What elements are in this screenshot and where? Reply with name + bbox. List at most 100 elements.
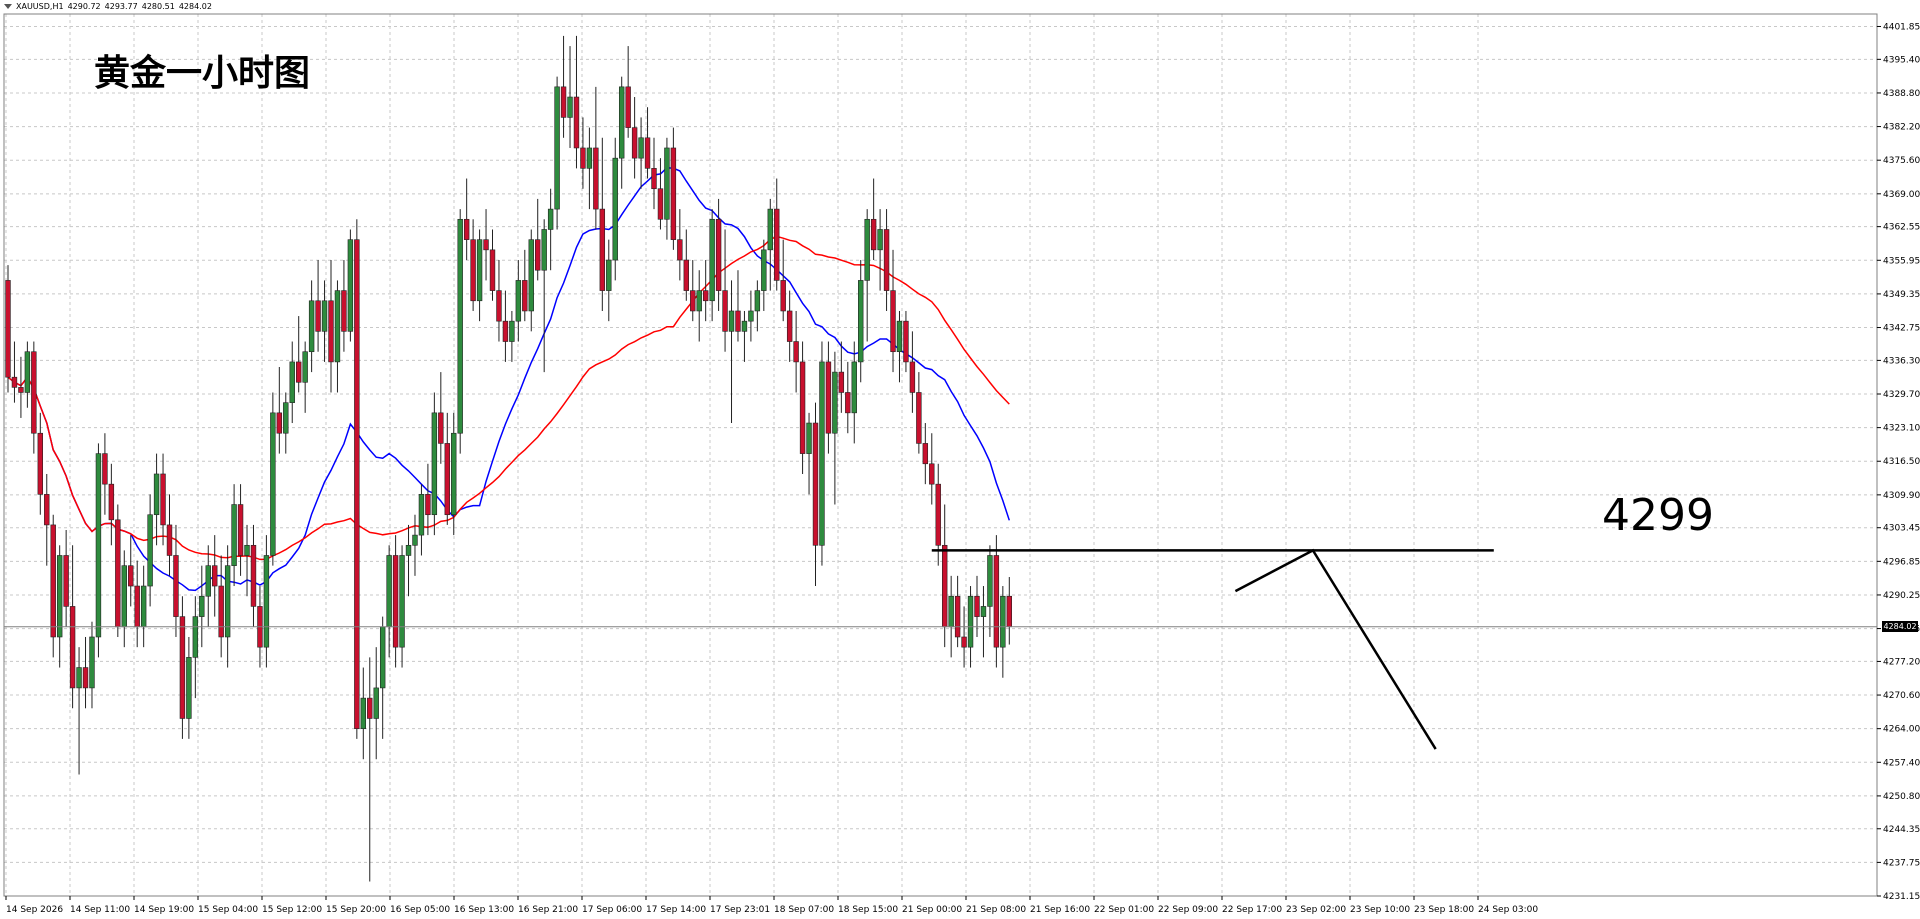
- bullish-candle: [334, 290, 341, 363]
- drawing-objects: [4, 548, 1877, 750]
- level-annotation[interactable]: 4299: [1602, 490, 1714, 541]
- bullish-candle: [896, 320, 903, 353]
- bearish-candle: [535, 239, 541, 271]
- bearish-candle: [786, 310, 793, 342]
- bearish-candle: [108, 483, 115, 521]
- y-tick-label: 4323.10: [1883, 424, 1920, 434]
- bullish-candle: [832, 371, 838, 434]
- bearish-candle: [50, 524, 56, 638]
- y-tick-label: 4375.60: [1883, 156, 1920, 166]
- bullish-candle: [386, 555, 392, 628]
- bearish-candle: [625, 86, 631, 128]
- bullish-candle: [554, 86, 560, 210]
- bearish-candle: [677, 239, 683, 261]
- x-tick-label: 23 Sep 02:00: [1286, 905, 1346, 915]
- bearish-candle: [44, 494, 50, 526]
- bearish-candle: [735, 310, 741, 332]
- bearish-candle: [825, 361, 832, 434]
- bearish-candle: [128, 565, 134, 587]
- bearish-candle: [276, 412, 283, 434]
- chart-annotation-title[interactable]: 黄金一小时图: [94, 44, 310, 96]
- bearish-candle: [890, 290, 896, 353]
- bullish-candle: [76, 667, 82, 689]
- bullish-candle: [56, 555, 63, 638]
- plot-frame: [3, 13, 1878, 897]
- bullish-candle: [283, 402, 289, 434]
- bearish-candle: [670, 147, 677, 240]
- collapse-triangle-icon[interactable]: [4, 4, 12, 9]
- bearish-candle: [793, 341, 799, 363]
- bearish-candle: [954, 595, 961, 638]
- bullish-candle: [1000, 595, 1006, 648]
- bearish-candle: [657, 188, 664, 220]
- bullish-candle: [263, 555, 270, 648]
- bullish-candle: [405, 544, 412, 556]
- price-chart[interactable]: 4401.85 4395.40 4388.80 4382.20 4375.60 4369.…: [0, 0, 1920, 919]
- bullish-candle: [748, 310, 754, 322]
- y-tick-label: 4316.50: [1883, 457, 1920, 467]
- bullish-candle: [347, 239, 354, 332]
- bullish-candle: [728, 310, 735, 332]
- projection-path: [1234, 548, 1437, 750]
- x-tick-label: 18 Sep 07:00: [774, 905, 834, 915]
- x-tick-label: 17 Sep 14:00: [646, 905, 706, 915]
- y-tick-label: 4395.40: [1883, 55, 1920, 65]
- y-tick-label: 4270.60: [1883, 691, 1920, 701]
- y-tick-label: 4329.70: [1883, 390, 1920, 400]
- bullish-candle: [618, 86, 625, 159]
- bearish-candle: [115, 519, 121, 628]
- bearish-candle: [580, 147, 586, 169]
- bearish-candle: [463, 218, 470, 240]
- bearish-candle: [69, 606, 76, 689]
- y-tick-label: 4342.75: [1883, 324, 1920, 334]
- bullish-candle: [153, 473, 160, 516]
- bearish-candle: [315, 300, 321, 332]
- bullish-candle: [528, 239, 534, 312]
- bearish-candle: [961, 636, 967, 648]
- chart-window[interactable]: 4401.85 4395.40 4388.80 4382.20 4375.60 4369.…: [0, 0, 1920, 919]
- bearish-candle: [82, 667, 89, 689]
- bullish-candle: [806, 422, 812, 454]
- bearish-candle: [502, 320, 509, 342]
- bullish-candle: [509, 320, 515, 342]
- x-tick-label: 15 Sep 12:00: [262, 905, 322, 915]
- bullish-candle: [360, 697, 366, 729]
- bullish-candle: [864, 218, 870, 281]
- x-tick-label: 16 Sep 21:00: [518, 905, 578, 915]
- chart-header: XAUUSD,H1 4290.72 4293.77 4280.51 4284.02: [4, 2, 216, 14]
- bullish-candle: [431, 412, 438, 516]
- bearish-candle: [496, 290, 502, 322]
- y-tick-label: 4382.20: [1883, 123, 1920, 133]
- bullish-candle: [476, 239, 483, 302]
- y-tick-label: 4257.40: [1883, 758, 1920, 768]
- candles: [5, 35, 1013, 882]
- x-tick-label: 14 Sep 2026: [6, 905, 63, 915]
- bearish-candle: [974, 595, 980, 617]
- y-tick-label: 4231.15: [1883, 892, 1920, 902]
- bullish-candle: [457, 218, 463, 434]
- bullish-candle: [89, 636, 95, 689]
- bearish-candle: [438, 412, 444, 444]
- bullish-candle: [741, 320, 748, 332]
- bullish-candle: [140, 585, 147, 628]
- bearish-candle: [599, 208, 606, 291]
- bearish-candle: [922, 443, 929, 465]
- bullish-candle: [231, 504, 237, 566]
- bullish-candle: [567, 96, 573, 118]
- bullish-candle: [709, 218, 715, 302]
- bullish-candle: [199, 595, 205, 617]
- x-tick-label: 21 Sep 00:00: [902, 905, 962, 915]
- bullish-candle: [767, 208, 773, 251]
- bullish-candle: [270, 412, 276, 556]
- bullish-candle: [302, 351, 308, 383]
- bearish-candle: [250, 544, 257, 607]
- bearish-candle: [425, 494, 431, 516]
- bearish-candle: [1006, 595, 1013, 627]
- axes: 4401.85 4395.40 4388.80 4382.20 4375.60 4369.…: [3, 13, 1920, 915]
- bearish-candle: [444, 443, 450, 516]
- bullish-candle: [541, 229, 547, 271]
- bearish-candle: [929, 463, 935, 485]
- bearish-candle: [573, 96, 580, 149]
- bearish-candle: [166, 524, 173, 556]
- x-tick-label: 22 Sep 01:00: [1094, 905, 1154, 915]
